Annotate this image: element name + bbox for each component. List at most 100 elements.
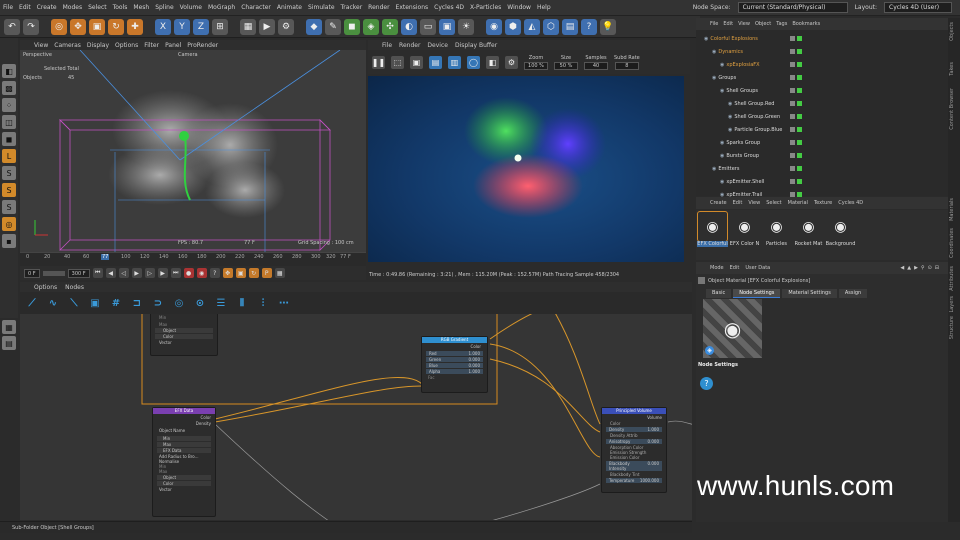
object-name[interactable]: Shell Group.Green xyxy=(734,114,780,120)
om-menu-file[interactable]: File xyxy=(710,21,718,27)
side-tab-coordinates[interactable]: Coordinates xyxy=(949,228,955,258)
object-name[interactable]: Groups xyxy=(718,75,736,81)
object-name[interactable]: Bursts Group xyxy=(726,153,759,159)
scale-icon[interactable]: ▣ xyxy=(89,18,105,35)
object-name[interactable]: xpExplosiaFX xyxy=(726,62,759,68)
object-tree-item[interactable]: ◉ Sparks Group xyxy=(720,140,760,146)
node-row[interactable]: Max xyxy=(157,442,211,447)
region-icon[interactable]: ⬚ xyxy=(391,55,404,69)
visibility-toggles[interactable] xyxy=(790,36,802,41)
visibility-toggles[interactable] xyxy=(790,75,802,80)
xp-question-icon[interactable]: ? xyxy=(581,18,597,35)
size-field[interactable]: Size 50 % xyxy=(554,55,578,70)
material-swatch[interactable]: ◉ EFX Color N xyxy=(729,212,760,260)
snapshot-icon[interactable]: ▤ xyxy=(429,55,442,69)
node-field-temperature[interactable]: Temperature 1000.000 xyxy=(606,478,662,483)
menu-file[interactable]: File xyxy=(0,4,16,11)
vp-menu-filter[interactable]: Filter xyxy=(144,42,159,49)
check-icon[interactable] xyxy=(797,140,802,145)
check-icon[interactable] xyxy=(797,166,802,171)
material-swatch[interactable]: ◉ Particles xyxy=(761,212,792,260)
position-key-icon[interactable]: ✥ xyxy=(222,268,233,278)
check-icon[interactable] xyxy=(797,101,802,106)
lightbulb-icon[interactable]: 💡 xyxy=(600,18,616,35)
object-tree-row[interactable]: ◉ Sparks Group xyxy=(696,136,948,149)
visibility-toggles[interactable] xyxy=(790,179,802,184)
undo-icon[interactable]: ↶ xyxy=(4,18,20,35)
node-field-alpha[interactable]: Alpha 1.000 xyxy=(426,369,483,374)
xp-system-icon[interactable]: ⬢ xyxy=(505,18,521,35)
node-field-red[interactable]: Red 1.000 xyxy=(426,351,483,356)
object-tree-row[interactable]: ◉ Shell Group.Red xyxy=(696,97,948,110)
object-name[interactable]: Dynamics xyxy=(718,49,743,55)
menu-volume[interactable]: Volume xyxy=(177,4,205,11)
rv-menu-file[interactable]: File xyxy=(382,42,392,49)
menu-spline[interactable]: Spline xyxy=(152,4,176,11)
polygons-mode-icon[interactable]: ◼ xyxy=(2,132,16,146)
side-tab-layers[interactable]: Layers xyxy=(949,296,955,313)
center-node-icon[interactable]: ◎ xyxy=(171,296,187,310)
grid-icon[interactable]: ▦ xyxy=(2,320,16,334)
side-tab-structure[interactable]: Structure xyxy=(949,316,955,339)
node-editor-canvas[interactable]: Min Max Object Color Vector RGB Gradient… xyxy=(20,314,692,520)
check-icon[interactable] xyxy=(797,114,802,119)
visibility-toggles[interactable] xyxy=(790,88,802,93)
size-value[interactable]: 50 % xyxy=(554,61,578,70)
color-picker-icon[interactable]: ◧ xyxy=(486,55,499,69)
node-row[interactable]: Min xyxy=(157,436,211,441)
side-tab-content-browser[interactable]: Content Browser xyxy=(949,88,955,130)
visibility-toggles[interactable] xyxy=(790,62,802,67)
vp-menu-options[interactable]: Options xyxy=(115,42,138,49)
deformer-icon[interactable]: ◐ xyxy=(401,18,417,35)
menu-help[interactable]: Help xyxy=(534,4,554,11)
menu-cycles4d[interactable]: Cycles 4D xyxy=(431,4,467,11)
xp-generator-icon[interactable]: ⬡ xyxy=(543,18,559,35)
material-swatch[interactable]: ◉ Rocket Mat xyxy=(793,212,824,260)
node-field-blue[interactable]: Blue 0.000 xyxy=(426,363,483,368)
check-icon[interactable] xyxy=(797,49,802,54)
record-icon[interactable]: ● xyxy=(183,268,194,278)
check-icon[interactable] xyxy=(797,88,802,93)
render-region-icon[interactable]: ▦ xyxy=(240,18,256,35)
object-name[interactable]: Colorful Explosions xyxy=(710,36,758,42)
object-name[interactable]: Sparks Group xyxy=(726,140,760,146)
rv-menu-display-buffer[interactable]: Display Buffer xyxy=(455,42,497,49)
autokey-icon[interactable]: ◉ xyxy=(196,268,207,278)
vp-menu-view[interactable]: View xyxy=(34,42,48,49)
object-tree-row[interactable]: ◉ Particle Group.Blue xyxy=(696,123,948,136)
checkbox-icon[interactable] xyxy=(790,114,795,119)
pen-icon[interactable]: ✎ xyxy=(325,18,341,35)
coordinate-system-icon[interactable]: ⊞ xyxy=(212,18,228,35)
menu-mesh[interactable]: Mesh xyxy=(130,4,152,11)
object-tree-row[interactable]: ◉ Groups xyxy=(696,71,948,84)
rv-menu-device[interactable]: Device xyxy=(427,42,448,49)
locked-workplane-icon[interactable]: ◎ xyxy=(2,217,16,231)
vp-menu-cameras[interactable]: Cameras xyxy=(54,42,81,49)
zoom-field[interactable]: Zoom 100 % xyxy=(524,55,548,70)
align-left-icon[interactable]: ☰ xyxy=(213,296,229,310)
vp-menu-display[interactable]: Display xyxy=(87,42,109,49)
vp-menu-panel[interactable]: Panel xyxy=(165,42,181,49)
check-icon[interactable] xyxy=(797,75,802,80)
om-menu-bookmarks[interactable]: Bookmarks xyxy=(792,21,820,27)
lock-region-icon[interactable]: ▣ xyxy=(410,55,423,69)
visibility-toggles[interactable] xyxy=(790,153,802,158)
scale-key-icon[interactable]: ▣ xyxy=(235,268,246,278)
z-axis-icon[interactable]: Z xyxy=(193,18,209,35)
redo-icon[interactable]: ↷ xyxy=(23,18,39,35)
distribute-icon[interactable]: ⋯ xyxy=(276,296,292,310)
menu-render[interactable]: Render xyxy=(365,4,392,11)
checkbox-icon[interactable] xyxy=(790,36,795,41)
rgb-gradient-node[interactable]: RGB Gradient Color Red 1.000 Green 0.000 B… xyxy=(421,336,488,393)
om-menu-tags[interactable]: Tags xyxy=(776,21,787,27)
light-icon[interactable]: ☀ xyxy=(458,18,474,35)
xp-modifier-icon[interactable]: ▤ xyxy=(562,18,578,35)
prev-key-icon[interactable]: ◀ xyxy=(105,268,116,278)
menu-window[interactable]: Window xyxy=(504,4,534,11)
am-menu-user-data[interactable]: User Data xyxy=(745,265,770,271)
pla-key-icon[interactable]: ▦ xyxy=(274,268,285,278)
next-frame-icon[interactable]: ▷ xyxy=(144,268,155,278)
viewport[interactable]: Perspective Camera Selected Total Object… xyxy=(20,50,366,252)
menu-modes[interactable]: Modes xyxy=(60,4,85,11)
solo-node-icon[interactable]: ⊃ xyxy=(150,296,166,310)
